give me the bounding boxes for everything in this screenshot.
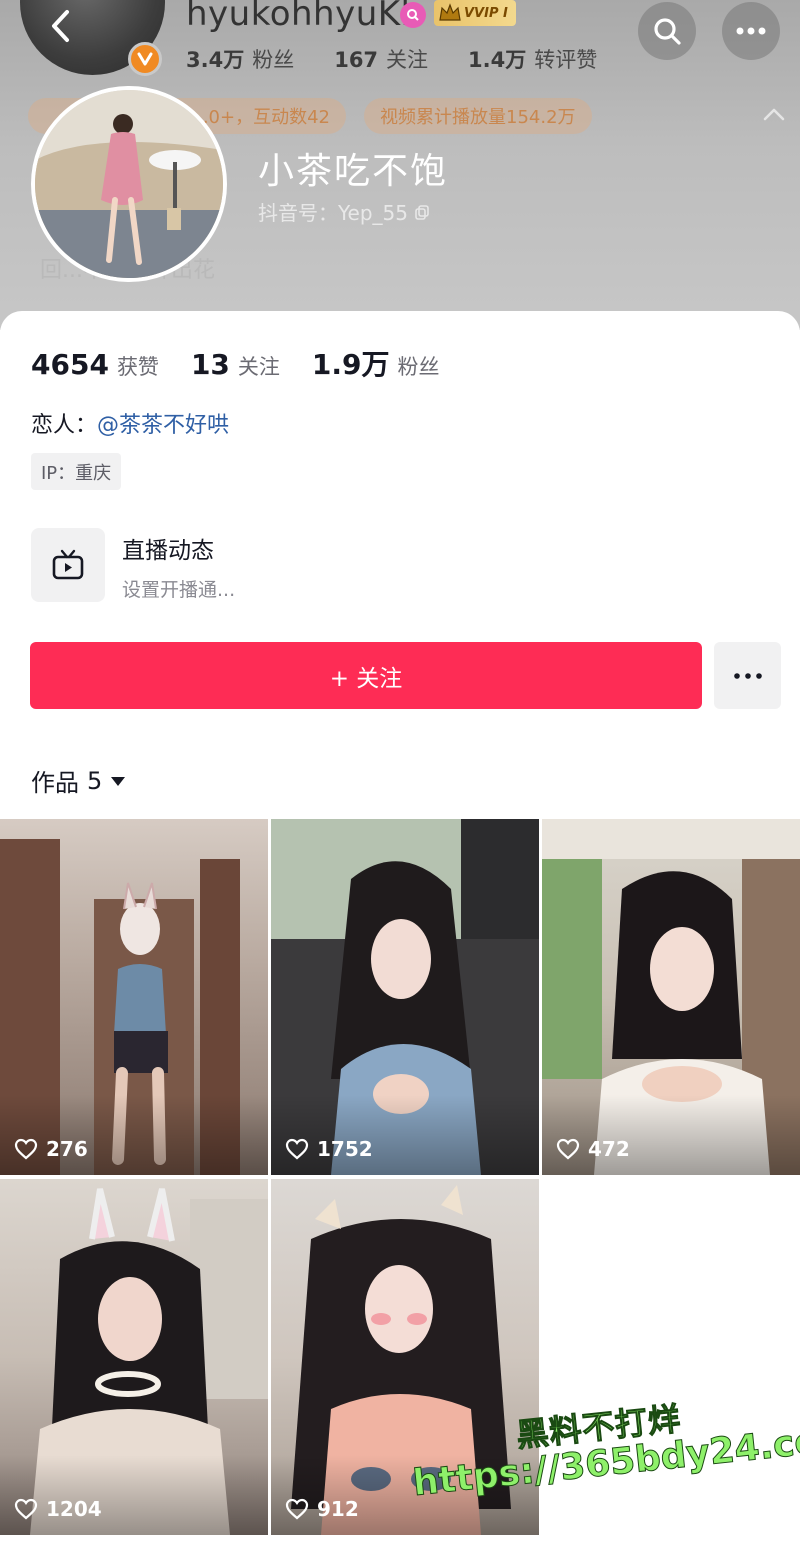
- crown-icon: [439, 3, 461, 21]
- more-options-button[interactable]: [722, 2, 780, 60]
- copy-icon[interactable]: [414, 204, 430, 220]
- search-icon: [654, 18, 681, 45]
- heart-icon: [14, 1498, 38, 1520]
- chip-total-views[interactable]: 视频累计播放量154.2万: [364, 98, 592, 134]
- caret-down-icon: [111, 776, 126, 786]
- live-feed-icon-box[interactable]: [31, 528, 105, 602]
- stat-likes[interactable]: 4654 获赞: [31, 348, 159, 381]
- stat-following[interactable]: 13 关注: [191, 348, 280, 381]
- relationship-row: 恋人：@茶茶不好哄: [31, 407, 229, 439]
- follow-button[interactable]: + 关注: [30, 642, 702, 709]
- more-horizontal-icon: [736, 27, 766, 35]
- tab-works[interactable]: 作品 5: [31, 763, 126, 798]
- tv-icon: [52, 549, 84, 580]
- verified-badge-icon: [128, 42, 162, 76]
- heart-icon: [285, 1498, 309, 1520]
- video-tile[interactable]: 276: [0, 819, 268, 1175]
- heart-icon: [14, 1138, 38, 1160]
- like-count: 1752: [285, 1137, 373, 1161]
- header-stat-fans: 3.4万 粉丝: [186, 48, 295, 72]
- header-stat-following: 167 关注: [334, 48, 429, 72]
- header-username: hyukohhyuKl: [186, 0, 411, 34]
- header-stat-engagement: 1.4万 转评赞: [468, 48, 598, 72]
- heart-icon: [556, 1138, 580, 1160]
- vip-badge: VVIP I: [434, 0, 516, 26]
- douyin-id[interactable]: 抖音号：Yep_55: [258, 197, 430, 226]
- like-count: 472: [556, 1137, 630, 1161]
- vip-badge-label: VVIP I: [464, 5, 508, 21]
- chevron-up-icon[interactable]: [762, 106, 786, 122]
- relationship-label: 恋人：: [31, 413, 98, 438]
- tab-works-count: 5: [87, 766, 103, 795]
- relationship-link[interactable]: @茶茶不好哄: [97, 413, 229, 438]
- heart-icon: [285, 1138, 309, 1160]
- search-button[interactable]: [638, 2, 696, 60]
- search-badge-icon: [400, 2, 426, 28]
- live-feed-title[interactable]: 直播动态: [122, 531, 214, 565]
- profile-stats: 4654 获赞 13 关注 1.9万 粉丝: [31, 343, 440, 383]
- back-button[interactable]: [38, 4, 82, 48]
- profile-header: hyukohhyuKl VVIP I 3.4万 粉丝 167 关注 1.4万 转评赞 …: [0, 0, 800, 330]
- more-horizontal-icon: [733, 672, 762, 679]
- video-tile[interactable]: 1752: [271, 819, 539, 1175]
- stat-followers[interactable]: 1.9万 粉丝: [312, 343, 440, 383]
- chevron-left-icon: [52, 10, 69, 42]
- tab-works-label: 作品: [31, 769, 79, 797]
- nickname: 小茶吃不饱: [258, 151, 449, 192]
- video-tile[interactable]: 1204: [0, 1179, 268, 1535]
- live-feed-subtitle[interactable]: 设置开播通...: [122, 575, 235, 602]
- avatar[interactable]: [31, 86, 227, 282]
- video-tile[interactable]: 472: [542, 819, 800, 1175]
- like-count: 276: [14, 1137, 88, 1161]
- header-stats: 3.4万 粉丝 167 关注 1.4万 转评赞: [186, 44, 597, 74]
- like-count: 1204: [14, 1497, 102, 1521]
- profile-more-button[interactable]: [714, 642, 781, 709]
- ip-location-tag: IP：重庆: [31, 453, 122, 490]
- like-count: 912: [285, 1497, 359, 1521]
